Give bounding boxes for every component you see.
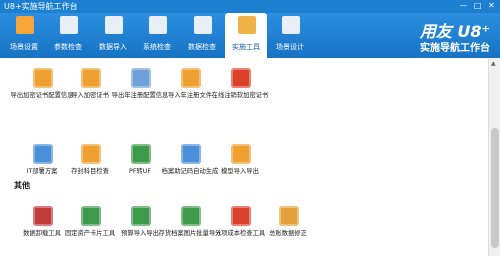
tools-panel: 导出加密证书配置信息 导入加密证书 导出年注册配置信息 导入年注册文件 在线注销软加密证…	[0, 58, 488, 256]
scrollbar-thumb[interactable]	[491, 128, 499, 248]
tab-label: 实施工具	[232, 43, 260, 51]
tool-import-cert[interactable]: 导入加密证书	[62, 68, 118, 110]
export-cert-config-icon	[33, 68, 53, 88]
tool-budget-import-export[interactable]: 预算导入导出	[112, 206, 168, 248]
tool-mnemonic-code[interactable]: 档案助记码自动生成	[162, 144, 218, 186]
maximize-button[interactable]: □	[471, 1, 484, 11]
tab-label: 参数检查	[54, 43, 82, 51]
pf-to-uf-icon	[131, 144, 151, 164]
tool-model-import-export[interactable]: 模型导入导出	[212, 144, 268, 186]
fixed-asset-card-icon	[81, 206, 101, 226]
tab-system-check[interactable]: 系统检查	[136, 13, 178, 58]
minimize-button[interactable]: —	[457, 1, 470, 11]
export-year-reg-icon	[131, 68, 151, 88]
mnemonic-code-icon	[181, 144, 201, 164]
tool-account-check[interactable]: 存封科目检查	[62, 144, 118, 186]
tool-export-year-reg[interactable]: 导出年注册配置信息	[112, 68, 168, 110]
tab-label: 数据检查	[188, 43, 216, 51]
account-check-icon	[81, 144, 101, 164]
parameter-check-icon	[60, 16, 78, 34]
brand-slogan: 实施导航工作台	[420, 43, 490, 54]
data-check-icon	[194, 16, 212, 34]
cost-check-icon	[231, 206, 251, 226]
window-title: U8+实施导航工作台	[4, 2, 78, 11]
model-import-export-icon	[231, 144, 251, 164]
scroll-up-icon[interactable]: ▲	[491, 60, 496, 67]
ledger-fix-icon	[279, 206, 299, 226]
tool-fixed-asset-card[interactable]: 固定资产卡片工具	[62, 206, 118, 248]
tool-pf-to-uf[interactable]: PF转UF	[112, 144, 168, 186]
data-unload-icon	[33, 206, 53, 226]
tool-inventory-image-import[interactable]: 存货档案图片批量导入	[159, 206, 221, 248]
main-toolbar: 场景设置 参数检查 数据导入 系统检查 数据检查 实施工具 场景设计 用友 U8⁺ 实施导航…	[0, 13, 500, 58]
tab-data-import[interactable]: 数据导入	[92, 13, 134, 58]
scene-settings-icon	[16, 16, 34, 34]
inventory-image-import-icon	[181, 206, 201, 226]
tab-label: 数据导入	[99, 43, 127, 51]
tab-label: 系统检查	[143, 43, 171, 51]
import-cert-icon	[81, 68, 101, 88]
import-year-reg-icon	[181, 68, 201, 88]
vertical-scrollbar[interactable]: ▲	[488, 58, 500, 256]
tab-label: 场景设置	[10, 43, 38, 51]
tool-label: 在线注销软加密证书	[211, 92, 269, 99]
tool-ledger-fix[interactable]: 总账数据修正	[260, 206, 316, 248]
tool-label: 模型导入导出	[221, 168, 259, 175]
tool-label: 总账数据修正	[269, 230, 307, 237]
system-check-icon	[149, 16, 167, 34]
it-deployment-icon	[33, 144, 53, 164]
online-revoke-cert-icon	[231, 68, 251, 88]
budget-import-export-icon	[131, 206, 151, 226]
data-import-icon	[105, 16, 123, 34]
tool-online-revoke-cert[interactable]: 在线注销软加密证书	[212, 68, 268, 110]
implementation-tools-icon	[238, 16, 256, 34]
tab-scene-design[interactable]: 场景设计	[269, 13, 311, 58]
tool-import-year-reg[interactable]: 导入年注册文件	[162, 68, 218, 110]
tab-scene-settings[interactable]: 场景设置	[3, 13, 45, 58]
tab-parameter-check[interactable]: 参数检查	[47, 13, 89, 58]
title-bar: U8+实施导航工作台 — □ ✕	[0, 0, 500, 13]
tab-data-check[interactable]: 数据检查	[181, 13, 223, 58]
close-button[interactable]: ✕	[485, 1, 498, 11]
tab-implementation-tools[interactable]: 实施工具	[225, 13, 267, 58]
scene-design-icon	[282, 16, 300, 34]
tab-label: 场景设计	[276, 43, 304, 51]
